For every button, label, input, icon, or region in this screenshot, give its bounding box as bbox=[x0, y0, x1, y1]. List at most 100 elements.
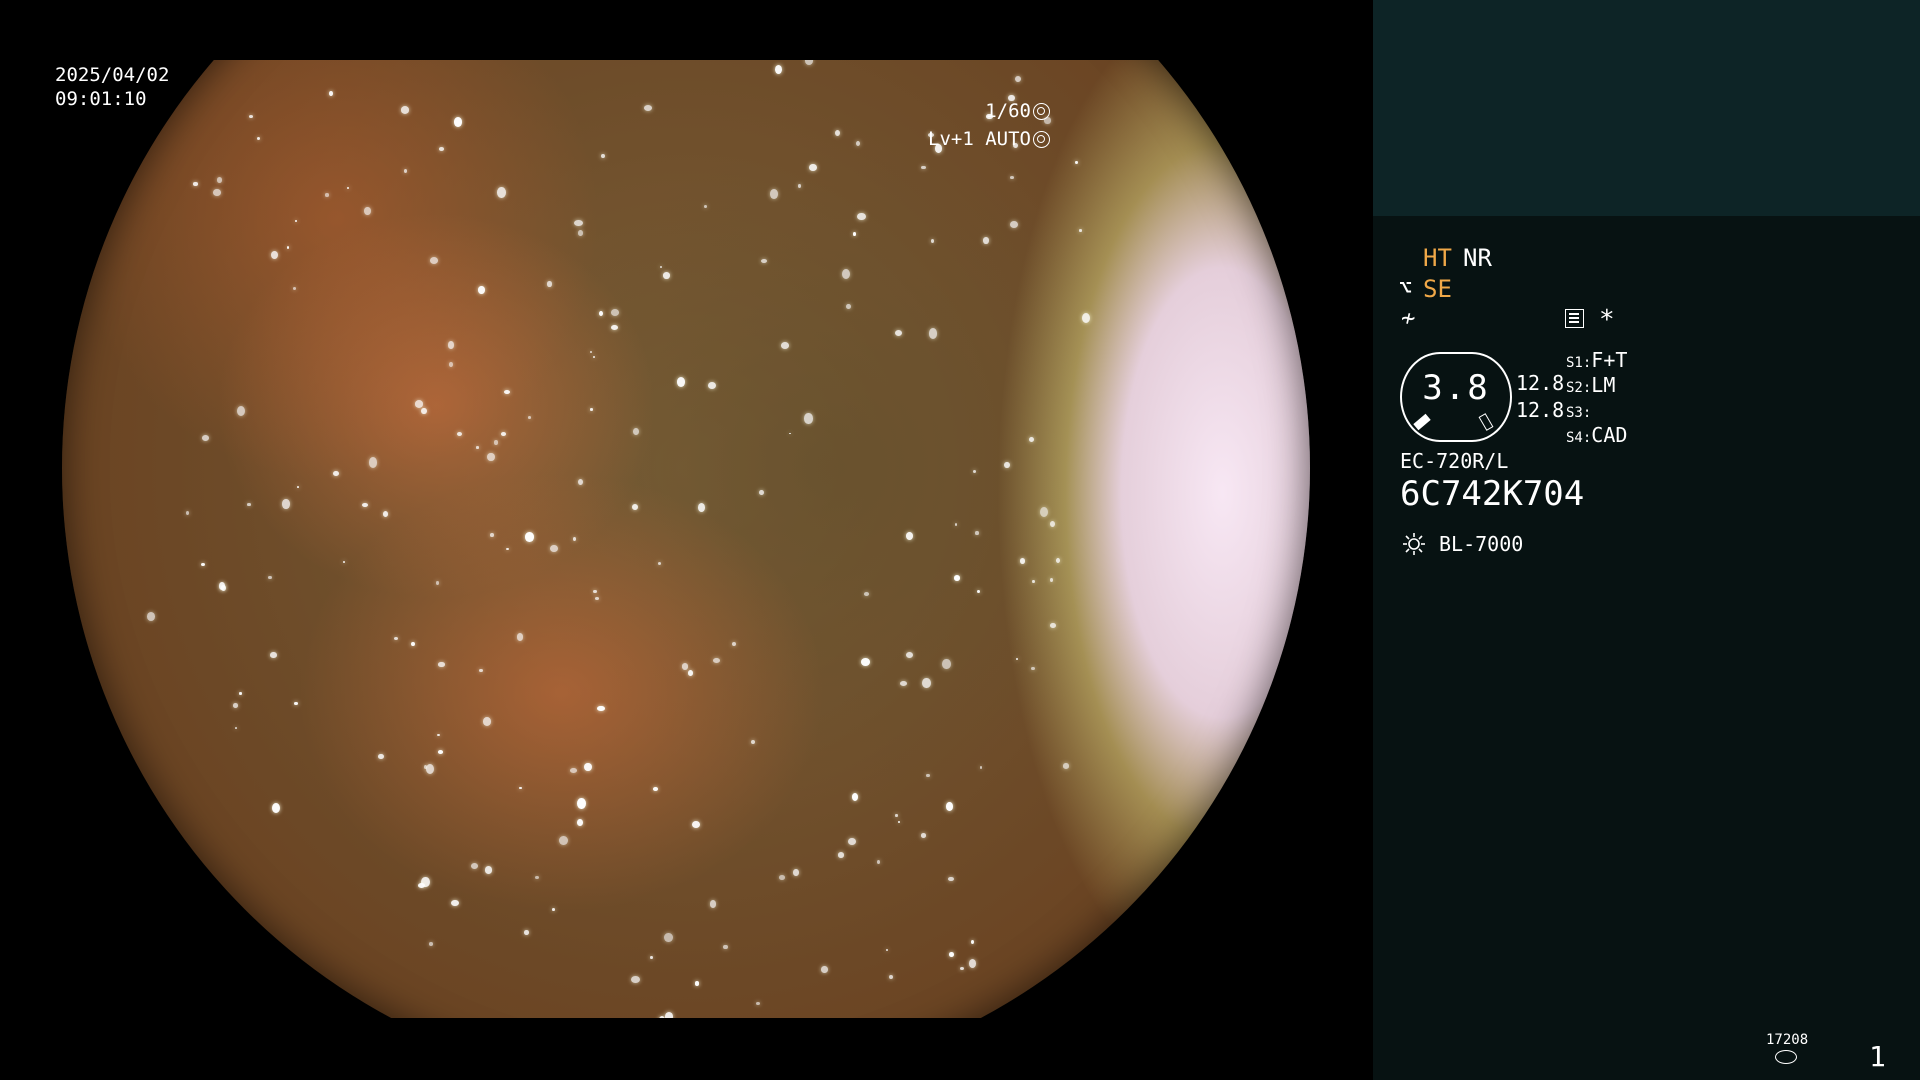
specular-highlight bbox=[611, 309, 620, 317]
specular-highlight bbox=[393, 636, 398, 640]
specular-highlight bbox=[713, 658, 721, 664]
specular-highlight bbox=[294, 701, 298, 706]
specular-highlight bbox=[708, 381, 717, 389]
image-counter: 17208 bbox=[1766, 1032, 1809, 1048]
specular-highlight bbox=[286, 245, 290, 249]
specular-highlight bbox=[1004, 461, 1010, 469]
specular-highlight bbox=[949, 952, 955, 957]
specular-highlight bbox=[333, 470, 340, 477]
scope-model: EC-720R/L bbox=[1400, 449, 1509, 473]
specular-highlight bbox=[758, 489, 764, 496]
specular-highlight bbox=[429, 257, 439, 265]
specular-highlight bbox=[1075, 161, 1078, 164]
specular-highlight bbox=[931, 239, 935, 244]
ht-label: HT bbox=[1423, 244, 1452, 272]
specular-highlight bbox=[589, 351, 592, 354]
specular-highlight bbox=[572, 537, 576, 542]
specular-highlight bbox=[1050, 622, 1056, 628]
specular-highlight bbox=[478, 286, 485, 294]
specular-highlight bbox=[921, 165, 926, 170]
endoscope-circle bbox=[62, 60, 1310, 1018]
specular-highlight bbox=[928, 327, 938, 339]
specular-highlight bbox=[659, 266, 663, 269]
scope-serial: 6C742K704 bbox=[1400, 474, 1585, 514]
specular-highlight bbox=[600, 153, 606, 159]
specular-highlight bbox=[1009, 176, 1014, 179]
specular-highlight bbox=[247, 503, 251, 507]
specular-highlight bbox=[418, 882, 426, 888]
specular-highlight bbox=[899, 680, 908, 686]
specular-highlight bbox=[722, 944, 728, 950]
specular-highlight bbox=[475, 446, 480, 449]
iris-icon bbox=[1033, 131, 1050, 148]
specular-highlight bbox=[926, 773, 930, 778]
specular-highlight bbox=[364, 206, 372, 216]
specular-highlight bbox=[270, 250, 278, 259]
specular-highlight bbox=[524, 930, 530, 935]
specular-highlight bbox=[975, 530, 979, 535]
specular-highlight bbox=[329, 91, 334, 96]
specular-highlight bbox=[694, 981, 700, 986]
specular-highlight bbox=[778, 874, 786, 881]
specular-highlight bbox=[411, 642, 416, 647]
info-panel: HT NR ⌥ SE ≁ * 3.8 12.8 12.8 S1:F+T S2:L… bbox=[1373, 0, 1920, 1080]
specular-highlight bbox=[611, 325, 619, 331]
specular-highlight bbox=[681, 663, 689, 670]
level-text: Lv+1 bbox=[928, 128, 974, 150]
specular-highlight bbox=[982, 237, 989, 244]
specular-highlight bbox=[775, 64, 783, 74]
specular-highlight bbox=[550, 545, 558, 553]
specular-highlight bbox=[954, 523, 958, 527]
gauge-marker-left bbox=[1413, 413, 1431, 431]
specular-highlight bbox=[657, 561, 662, 566]
specular-highlight bbox=[1055, 558, 1060, 564]
specular-highlight bbox=[238, 692, 242, 695]
specular-highlight bbox=[750, 739, 756, 744]
specular-highlight bbox=[898, 821, 901, 824]
specular-highlight bbox=[946, 802, 953, 811]
specular-highlight bbox=[971, 939, 975, 944]
specular-highlight bbox=[487, 453, 495, 462]
specular-highlight bbox=[236, 405, 246, 417]
specular-highlight bbox=[574, 219, 583, 226]
specular-highlight bbox=[235, 727, 238, 729]
specular-highlight bbox=[270, 652, 277, 659]
specular-highlight bbox=[272, 802, 281, 813]
specular-highlight bbox=[855, 140, 861, 147]
specular-highlight bbox=[663, 272, 671, 279]
specular-highlight bbox=[650, 956, 653, 960]
value-a: 12.8 bbox=[1516, 371, 1565, 395]
specular-highlight bbox=[1009, 221, 1018, 229]
specular-highlight bbox=[593, 589, 597, 593]
specular-highlight bbox=[256, 136, 260, 140]
specular-highlight bbox=[969, 959, 977, 969]
specular-highlight bbox=[193, 182, 198, 186]
switch-3: S3: bbox=[1566, 398, 1591, 422]
time-text: 09:01:10 bbox=[55, 88, 147, 110]
shutter-icon bbox=[1033, 103, 1050, 120]
specular-highlight bbox=[888, 975, 893, 980]
specular-highlight bbox=[547, 281, 552, 287]
color-enhance-icon: ≁ bbox=[1401, 304, 1416, 332]
specular-highlight bbox=[953, 575, 960, 581]
specular-highlight bbox=[292, 286, 297, 290]
specular-highlight bbox=[876, 859, 881, 865]
datetime-block: 2025/04/02 09:01:10 bbox=[55, 63, 169, 111]
specular-highlight bbox=[421, 407, 427, 415]
light-source-label: BL-7000 bbox=[1439, 532, 1524, 556]
specular-highlight bbox=[448, 341, 455, 349]
specular-highlight bbox=[853, 232, 857, 236]
specular-highlight bbox=[490, 533, 494, 537]
specular-highlight bbox=[808, 163, 817, 172]
specular-highlight bbox=[528, 416, 532, 419]
specular-highlight bbox=[454, 117, 462, 127]
disk-icon bbox=[1775, 1050, 1797, 1064]
specular-highlight bbox=[837, 852, 844, 858]
specular-highlight bbox=[1032, 580, 1035, 584]
specular-highlight bbox=[781, 342, 789, 349]
specular-highlight bbox=[596, 705, 606, 712]
specular-highlight bbox=[232, 702, 239, 708]
specular-highlight bbox=[756, 1001, 761, 1006]
specular-highlight bbox=[906, 532, 914, 540]
specular-highlight bbox=[347, 186, 350, 189]
